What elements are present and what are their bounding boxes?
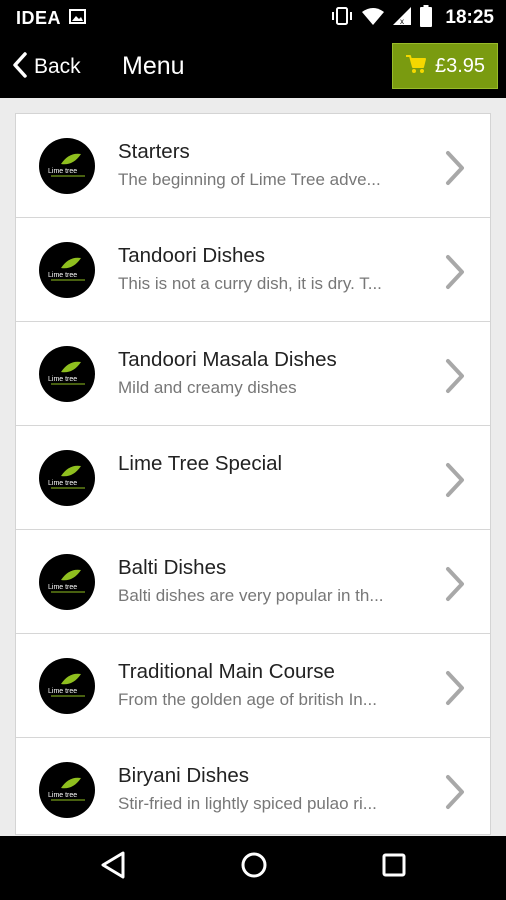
row-title: Balti Dishes — [118, 556, 227, 579]
menu-category-row[interactable]: Lime tree Biryani Dishes Stir-fried in l… — [16, 738, 490, 834]
row-description: The beginning of Lime Tree adve... — [118, 170, 381, 189]
system-nav-bar — [0, 836, 506, 900]
back-triangle-icon[interactable] — [100, 850, 126, 885]
status-bar: IDEA x 18:25 — [0, 0, 506, 36]
lime-tree-logo-icon: Lime tree — [39, 346, 95, 402]
row-title: Tandoori Dishes — [118, 244, 265, 267]
menu-category-row[interactable]: Lime tree Tandoori Dishes This is not a … — [16, 218, 490, 322]
signal-icon: x — [393, 6, 412, 30]
image-notification-icon — [69, 9, 86, 29]
lime-tree-logo-icon: Lime tree — [39, 554, 95, 610]
cart-total: £3.95 — [434, 54, 486, 77]
svg-text:Lime tree: Lime tree — [48, 584, 77, 591]
chevron-right-icon — [444, 254, 466, 295]
svg-text:Lime tree: Lime tree — [48, 272, 77, 279]
back-button[interactable]: Back — [12, 49, 81, 85]
chevron-right-icon — [444, 358, 466, 399]
menu-category-row[interactable]: Lime tree Traditional Main Course From t… — [16, 634, 490, 738]
chevron-right-icon — [444, 670, 466, 711]
chevron-right-icon — [444, 462, 466, 503]
chevron-right-icon — [444, 150, 466, 191]
lime-tree-logo-icon: Lime tree — [39, 242, 95, 298]
battery-icon — [420, 4, 433, 32]
row-description: Mild and creamy dishes — [118, 378, 297, 397]
chevron-right-icon — [444, 774, 466, 815]
page-title: Menu — [122, 52, 185, 80]
cart-icon — [405, 54, 427, 79]
row-title: Starters — [118, 140, 190, 163]
chevron-left-icon — [12, 51, 28, 84]
svg-text:Lime tree: Lime tree — [48, 168, 77, 175]
lime-tree-logo-icon: Lime tree — [39, 450, 95, 506]
menu-list: Lime tree Starters The beginning of Lime… — [15, 113, 491, 835]
menu-category-row[interactable]: Lime tree Balti Dishes Balti dishes are … — [16, 530, 490, 634]
row-description: Balti dishes are very popular in th... — [118, 586, 384, 605]
cart-button[interactable]: £3.95 — [392, 43, 498, 89]
row-description: This is not a curry dish, it is dry. T..… — [118, 274, 382, 293]
lime-tree-logo-icon: Lime tree — [39, 658, 95, 714]
svg-text:x: x — [400, 17, 404, 25]
svg-text:Lime tree: Lime tree — [48, 688, 77, 695]
wifi-icon — [362, 7, 385, 30]
vibrate-icon — [331, 6, 353, 31]
menu-category-row[interactable]: Lime tree Tandoori Masala Dishes Mild an… — [16, 322, 490, 426]
lime-tree-logo-icon: Lime tree — [39, 138, 95, 194]
menu-category-row[interactable]: Lime tree Lime Tree Special — [16, 426, 490, 530]
lime-tree-logo-icon: Lime tree — [39, 762, 95, 818]
back-label: Back — [34, 55, 81, 78]
recents-square-icon[interactable] — [380, 850, 408, 885]
carrier-label: IDEA — [16, 8, 62, 28]
row-title: Traditional Main Course — [118, 660, 335, 683]
home-circle-icon[interactable] — [239, 850, 269, 885]
row-description: Stir-fried in lightly spiced pulao ri... — [118, 794, 377, 813]
svg-text:Lime tree: Lime tree — [48, 792, 77, 799]
row-title: Tandoori Masala Dishes — [118, 348, 337, 371]
chevron-right-icon — [444, 566, 466, 607]
menu-category-row[interactable]: Lime tree Starters The beginning of Lime… — [16, 114, 490, 218]
clock: 18:25 — [445, 7, 494, 28]
row-title: Biryani Dishes — [118, 764, 250, 787]
svg-text:Lime tree: Lime tree — [48, 376, 77, 383]
row-description: From the golden age of british In... — [118, 690, 377, 709]
app-bar: Back Menu £3.95 — [0, 36, 506, 98]
svg-text:Lime tree: Lime tree — [48, 480, 77, 487]
row-title: Lime Tree Special — [118, 452, 283, 475]
